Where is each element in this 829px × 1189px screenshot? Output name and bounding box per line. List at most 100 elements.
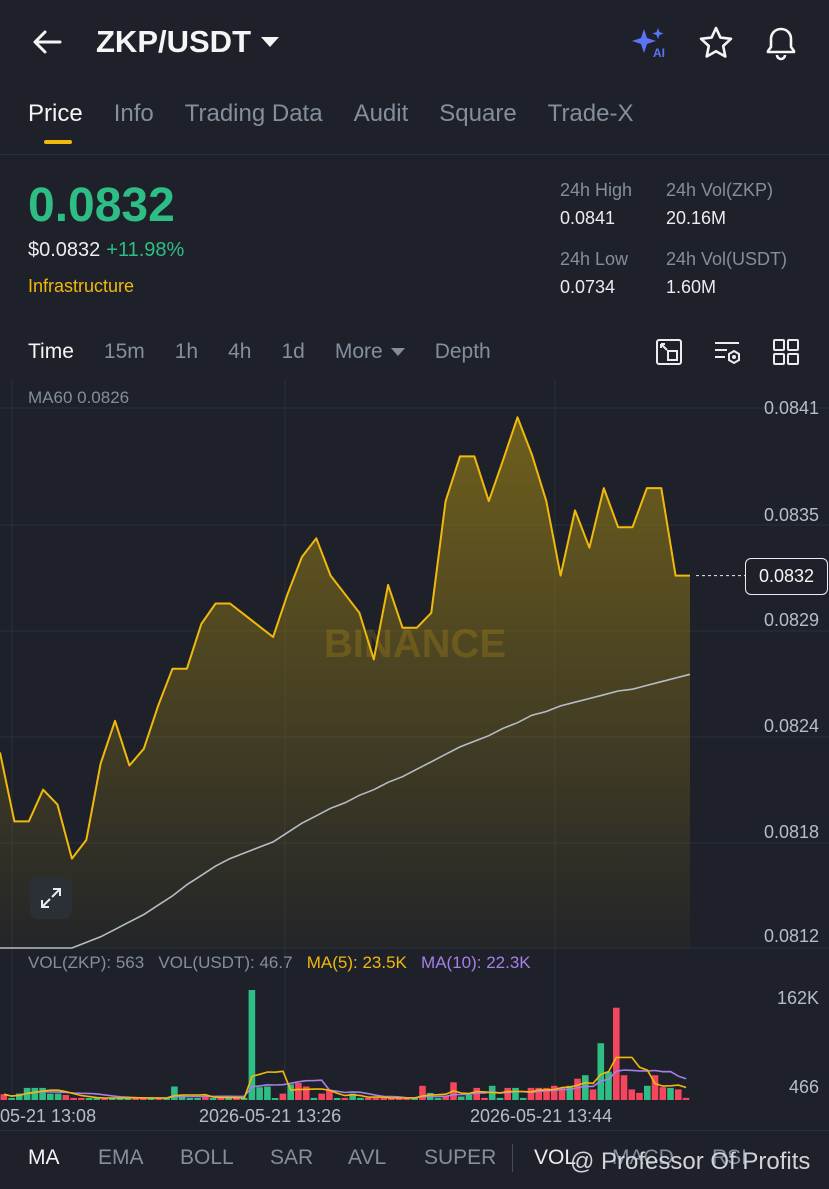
volume-bar	[171, 1086, 178, 1100]
pair-title: ZKP/USDT	[96, 24, 251, 59]
volume-bar	[85, 1098, 93, 1100]
current-price-tag: 0.0832	[745, 558, 828, 595]
attribution-watermark: @ Professor Of Profits	[570, 1148, 811, 1175]
volume-bar	[628, 1089, 636, 1100]
volume-bar	[481, 1097, 488, 1100]
back-arrow-icon[interactable]	[30, 24, 66, 60]
grid-layout-icon[interactable]	[772, 338, 800, 366]
interval-more[interactable]: More	[335, 340, 405, 364]
volume-bar	[209, 1097, 217, 1100]
volume-bar	[295, 1083, 302, 1100]
volume-bar	[8, 1097, 15, 1100]
bell-icon[interactable]	[762, 24, 800, 62]
volume-bar	[682, 1097, 690, 1100]
volume-bar	[271, 1098, 279, 1100]
volume-bar	[667, 1087, 674, 1100]
stat-value: 0.0841	[560, 208, 616, 228]
x-tick-label: 05-21 13:08	[0, 1106, 97, 1126]
tab-price[interactable]: Price	[28, 100, 83, 144]
y-tick-label: 0.0835	[763, 505, 819, 525]
interval-depth[interactable]: Depth	[435, 340, 491, 364]
tab-trading-data[interactable]: Trading Data	[185, 100, 323, 144]
x-tick-label: 2026-05-21 13:44	[470, 1106, 613, 1126]
ma60-legend: MA60 0.0826	[28, 388, 130, 407]
stat-label: 24h Vol(USDT)	[666, 249, 788, 269]
volume-bar	[333, 1098, 341, 1100]
y-tick-label: 0.0841	[763, 398, 819, 418]
stat-24h-vol-base: 24h Vol(ZKP) 20.16M	[666, 180, 773, 229]
indicator-avl[interactable]: AVL	[348, 1146, 386, 1170]
volume-bar	[310, 1097, 318, 1100]
volume-bar	[186, 1097, 194, 1100]
y-tick-label: 0.0829	[763, 610, 819, 630]
indicator-settings-icon[interactable]	[713, 338, 741, 366]
interval-15m[interactable]: 15m	[104, 340, 145, 364]
volume-bar	[372, 1097, 380, 1100]
volume-bar	[582, 1075, 589, 1100]
stat-label: 24h Vol(ZKP)	[666, 180, 774, 200]
tab-audit[interactable]: Audit	[354, 100, 409, 144]
interval-more-label: More	[334, 340, 383, 363]
fullscreen-chart-icon[interactable]	[655, 338, 683, 366]
volume-bar	[62, 1095, 70, 1100]
vol-y-tick-label: 466	[788, 1077, 819, 1097]
volume-legend: VOL(ZKP): 563 VOL(USDT): 46.7 MA(5): 23.…	[28, 953, 531, 973]
y-tick-label: 0.0824	[763, 716, 819, 736]
ai-sparkle-icon[interactable]: AI	[630, 24, 668, 62]
vol-ma5: MA(5): 23.5K	[306, 953, 407, 972]
svg-text:AI: AI	[653, 46, 665, 60]
interval-time[interactable]: Time	[28, 340, 74, 364]
caret-down-icon	[390, 348, 405, 356]
star-icon[interactable]	[697, 24, 735, 62]
volume-bar	[364, 1097, 372, 1100]
stat-label: 24h High	[560, 180, 633, 200]
interval-selector: Time 15m 1h 4h 1d More Depth	[28, 340, 521, 364]
volume-bar	[256, 1087, 263, 1100]
volume-bar	[636, 1092, 643, 1100]
volume-bar	[550, 1085, 558, 1100]
indicator-ma[interactable]: MA	[28, 1146, 60, 1170]
interval-1d[interactable]: 1d	[281, 340, 304, 364]
tab-square[interactable]: Square	[439, 100, 516, 144]
category-tag[interactable]: Infrastructure	[28, 276, 134, 297]
vol-quote: VOL(USDT): 46.7	[158, 953, 293, 972]
expand-chart-button[interactable]	[30, 877, 72, 919]
volume-bar	[589, 1089, 597, 1100]
volume-bar	[457, 1096, 465, 1100]
volume-bar	[31, 1087, 39, 1100]
stat-value: 1.60M	[666, 277, 717, 297]
volume-bar	[194, 1097, 201, 1100]
tab-info[interactable]: Info	[114, 100, 154, 144]
volume-bar	[39, 1087, 46, 1100]
volume-bar	[419, 1085, 426, 1100]
volume-bar	[659, 1087, 667, 1100]
x-tick-label: 2026-05-21 13:26	[199, 1106, 342, 1126]
volume-bar	[644, 1085, 651, 1100]
volume-bar	[574, 1078, 581, 1100]
interval-4h[interactable]: 4h	[228, 340, 251, 364]
indicator-sar[interactable]: SAR	[270, 1146, 313, 1170]
stat-24h-low: 24h Low 0.0734	[560, 249, 628, 298]
expand-icon	[41, 888, 61, 908]
volume-bar	[465, 1095, 473, 1100]
vol-y-tick-label: 162K	[776, 988, 819, 1008]
usd-price: $0.0832	[28, 239, 101, 261]
volume-bar	[675, 1089, 682, 1100]
interval-1h[interactable]: 1h	[175, 340, 198, 364]
volume-bar	[54, 1093, 62, 1100]
indicator-ema[interactable]: EMA	[98, 1146, 144, 1170]
pair-selector[interactable]: ZKP/USDT	[96, 24, 279, 60]
vol-base: VOL(ZKP): 563	[28, 953, 145, 972]
stat-value: 20.16M	[666, 208, 727, 228]
stat-value: 0.0734	[560, 277, 616, 297]
price-chart[interactable]: BINANCE	[0, 380, 829, 1100]
tab-trade-x[interactable]: Trade-X	[548, 100, 634, 144]
price-area	[0, 417, 690, 948]
volume-bar	[597, 1043, 605, 1100]
indicator-super[interactable]: SUPER	[424, 1146, 496, 1170]
y-tick-label: 0.0812	[763, 926, 819, 946]
volume-bar	[287, 1084, 294, 1100]
volume-bar	[613, 1007, 620, 1100]
indicator-boll[interactable]: BOLL	[180, 1146, 234, 1170]
volume-bar	[264, 1086, 271, 1100]
